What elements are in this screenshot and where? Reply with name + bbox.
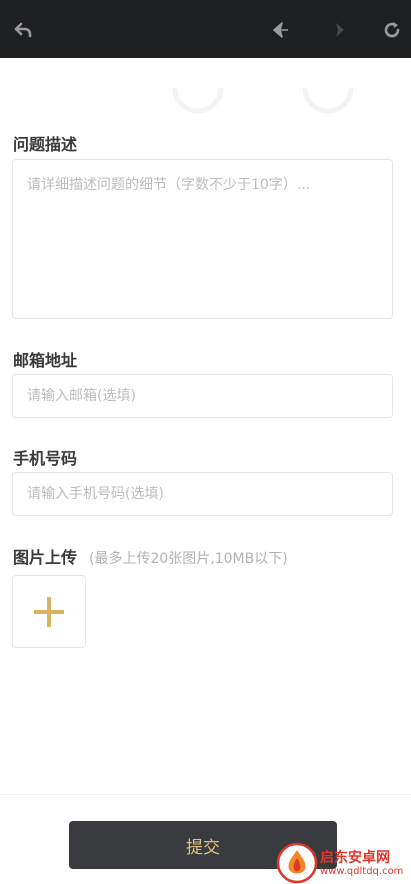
background-decoration: [172, 87, 354, 114]
submit-label: 提交: [186, 837, 220, 858]
back-arrow-icon[interactable]: [12, 19, 34, 41]
watermark-logo-icon: [276, 842, 318, 884]
phone-label: 手机号码: [13, 449, 78, 468]
image-upload-label: 图片上传: [13, 548, 78, 567]
phone-field[interactable]: 请输入手机号码(选填): [12, 472, 393, 516]
watermark-url: www.qdltdq.com: [320, 866, 404, 877]
phone-placeholder: 请输入手机号码(选填): [27, 486, 164, 502]
top-toolbar: [0, 0, 411, 58]
refresh-icon[interactable]: [381, 19, 403, 41]
watermark-title: 启东安卓网: [320, 850, 390, 866]
description-placeholder: 请详细描述问题的细节（字数不少于10字）...: [27, 177, 311, 193]
email-label: 邮箱地址: [13, 351, 78, 370]
image-upload-label-row: 图片上传 (最多上传20张图片,10MB以下): [13, 544, 288, 568]
diamond-left-icon[interactable]: [270, 19, 292, 41]
description-label: 问题描述: [13, 135, 78, 154]
image-upload-hint: (最多上传20张图片,10MB以下): [89, 551, 288, 567]
plus-icon: [34, 596, 64, 627]
diamond-right-icon[interactable]: [326, 19, 348, 41]
description-textarea[interactable]: 请详细描述问题的细节（字数不少于10字）...: [12, 159, 393, 319]
email-field[interactable]: 请输入邮箱(选填): [12, 374, 393, 418]
watermark: 启东安卓网 www.qdltdq.com: [276, 842, 411, 884]
add-image-button[interactable]: [12, 575, 86, 648]
footer-divider: [0, 794, 411, 795]
email-placeholder: 请输入邮箱(选填): [27, 388, 136, 404]
